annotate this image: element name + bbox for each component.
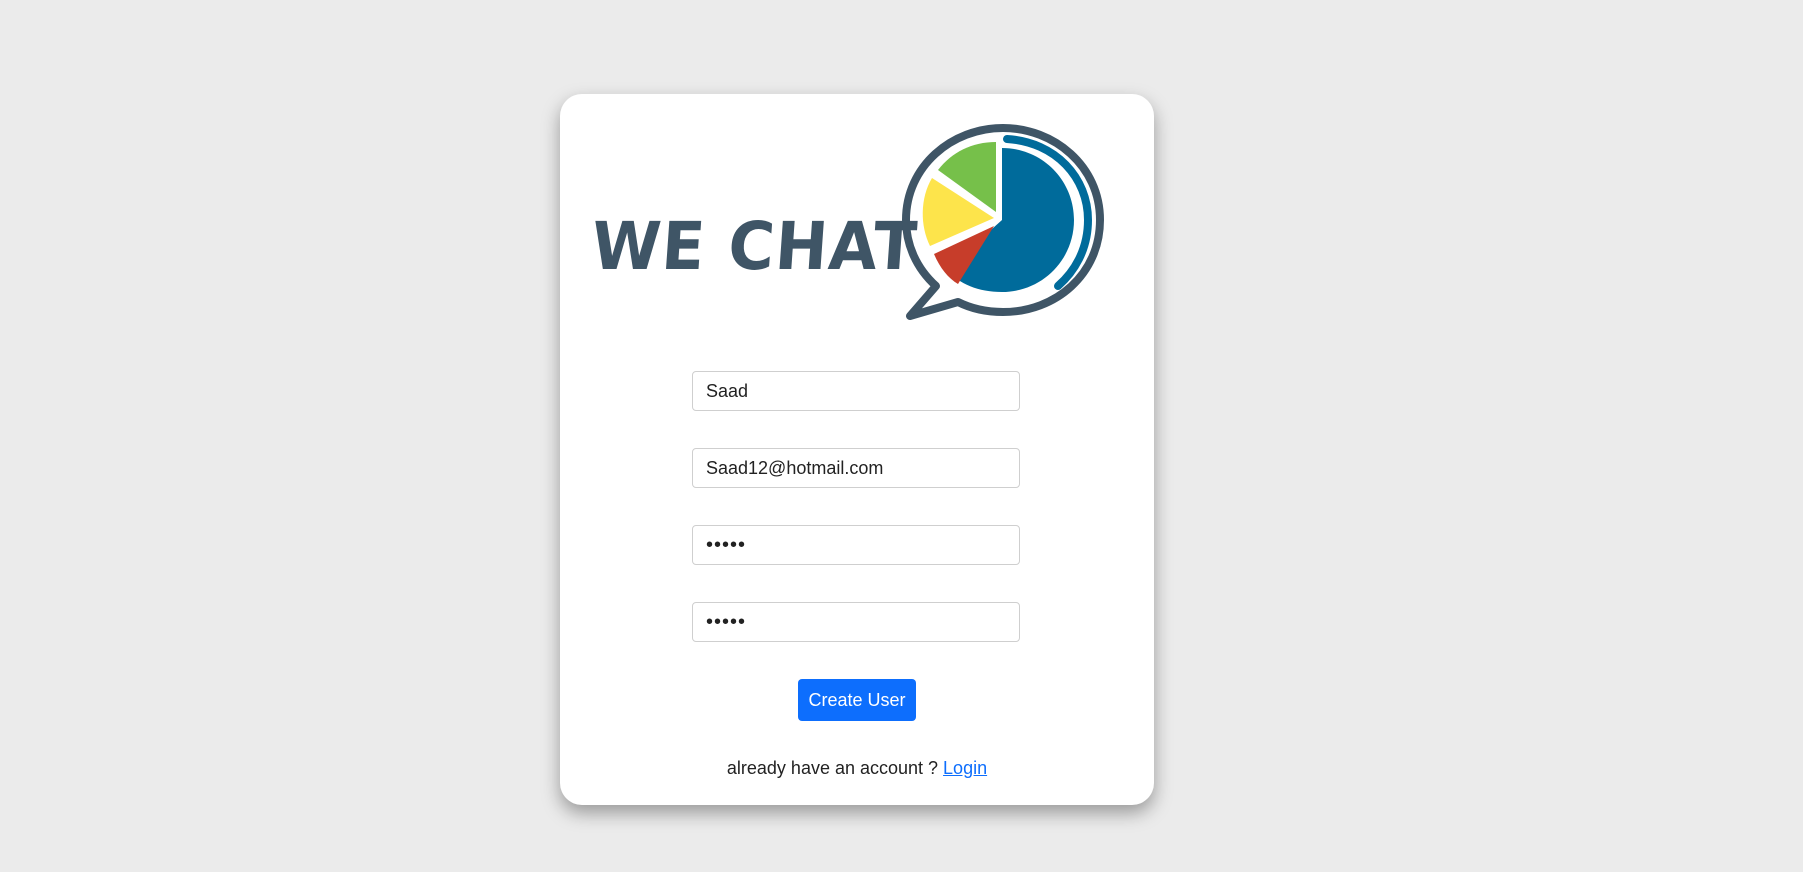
signup-card: WE CHAT Create User already have an acco… bbox=[560, 94, 1154, 805]
login-link[interactable]: Login bbox=[943, 758, 987, 778]
chat-bubble-pie-chart-icon bbox=[902, 124, 1104, 320]
login-prompt-text: already have an account ? bbox=[726, 758, 944, 778]
we-chat-logo: WE CHAT bbox=[589, 122, 1110, 342]
confirm-password-input[interactable] bbox=[692, 602, 1020, 642]
create-user-button[interactable]: Create User bbox=[798, 679, 916, 721]
password-input[interactable] bbox=[692, 525, 1020, 565]
email-input[interactable] bbox=[692, 448, 1020, 488]
username-input[interactable] bbox=[692, 371, 1020, 411]
login-prompt: already have an account ? Login bbox=[560, 758, 1154, 779]
logo-wordmark: WE CHAT bbox=[589, 208, 920, 285]
